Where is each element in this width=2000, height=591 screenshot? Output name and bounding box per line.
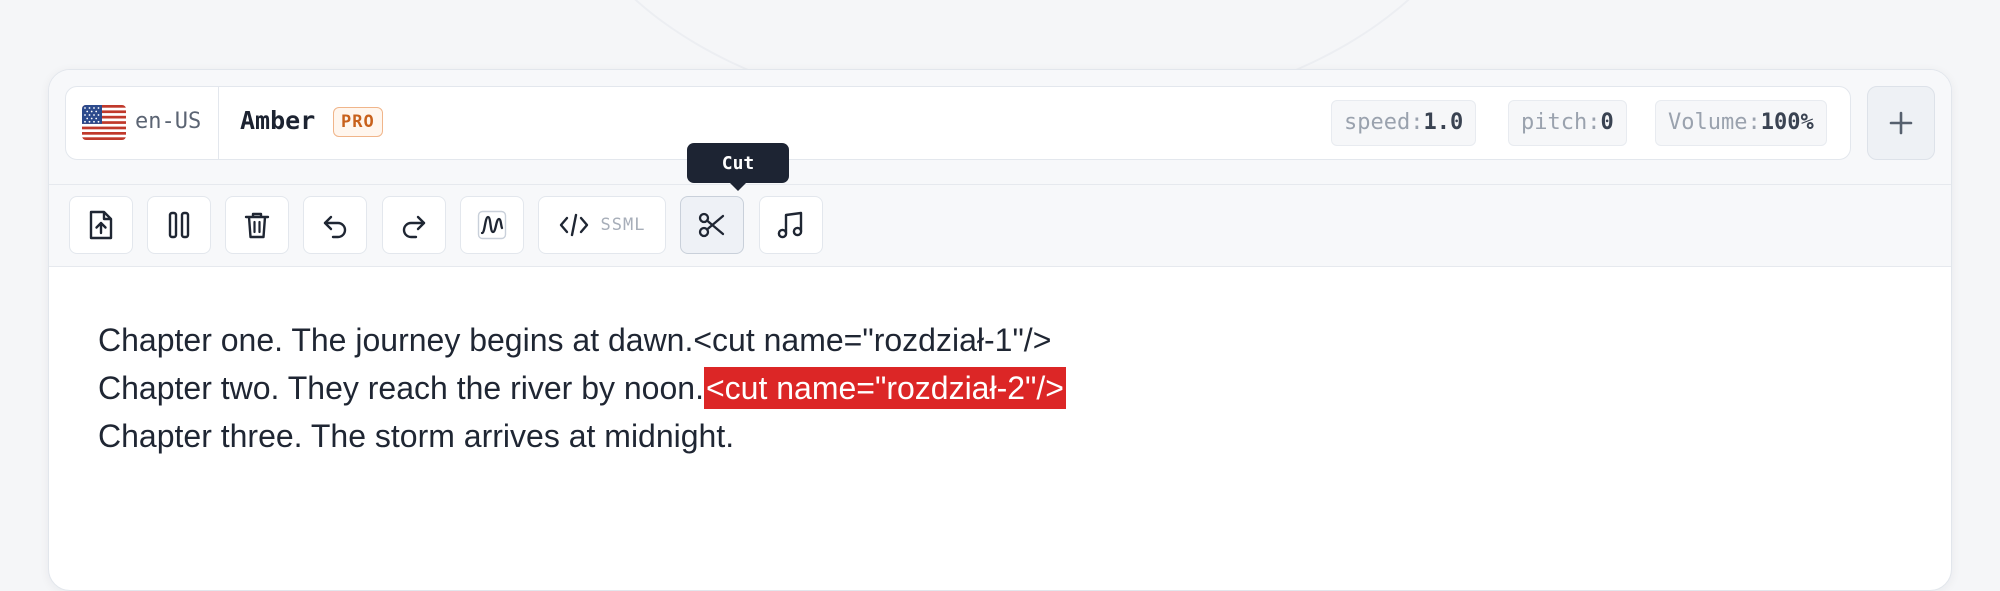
cut-tag[interactable]: <cut name="rozdział-1"/> [693, 322, 1051, 358]
trash-icon [244, 212, 270, 239]
text-editor[interactable]: Chapter one. The journey begins at dawn.… [98, 316, 1066, 460]
speed-param[interactable]: speed:1.0 [1331, 100, 1477, 146]
add-voice-button[interactable] [1867, 86, 1935, 160]
redo-icon [402, 215, 426, 239]
delete-button[interactable] [225, 196, 289, 254]
pro-badge: PRO [333, 107, 383, 137]
upload-file-button[interactable] [69, 196, 133, 254]
cut-button[interactable] [680, 196, 744, 254]
ssml-button[interactable]: SSML [538, 196, 666, 254]
editor-header: en-US Amber PRO speed:1.0 pitch:0 Volume… [49, 70, 1951, 267]
music-note-icon [777, 211, 803, 239]
plus-icon [1889, 111, 1913, 135]
editor-line: Chapter three. The storm arrives at midn… [98, 412, 1066, 460]
pitch-value: 0 [1600, 110, 1614, 135]
file-upload-icon [89, 210, 113, 240]
tts-editor-card: en-US Amber PRO speed:1.0 pitch:0 Volume… [48, 69, 1952, 591]
language-code: en-US [135, 109, 202, 134]
pitch-label: pitch: [1521, 110, 1601, 135]
prosody-button[interactable] [460, 196, 524, 254]
volume-value: 100% [1760, 110, 1814, 135]
cut-tag-highlighted[interactable]: <cut name="rozdział-2"/> [703, 367, 1066, 409]
editor-line: Chapter two. They reach the river by noo… [98, 364, 1066, 412]
volume-param[interactable]: Volume:100% [1655, 100, 1827, 146]
audio-button[interactable] [759, 196, 823, 254]
volume-label: Volume: [1668, 110, 1761, 135]
cut-tooltip: Cut [687, 143, 789, 191]
speed-value: 1.0 [1423, 110, 1464, 135]
redo-button[interactable] [382, 196, 446, 254]
ssml-label: SSML [600, 215, 646, 235]
toolbar-divider [49, 184, 1951, 185]
language-selector[interactable]: en-US [66, 87, 219, 159]
us-flag-icon [82, 105, 126, 140]
scissors-icon [698, 212, 725, 238]
line-text: Chapter one. The journey begins at dawn. [98, 322, 694, 358]
voice-selector-bar[interactable]: en-US Amber PRO speed:1.0 pitch:0 Volume… [65, 86, 1851, 160]
pause-icon [168, 211, 190, 239]
waveform-icon [477, 210, 507, 240]
line-text: Chapter two. They reach the river by noo… [98, 370, 704, 406]
voice-name[interactable]: Amber [240, 106, 315, 135]
pause-button[interactable] [147, 196, 211, 254]
code-icon [559, 213, 588, 237]
line-text: Chapter three. The storm arrives at midn… [98, 418, 735, 454]
undo-button[interactable] [303, 196, 367, 254]
speed-label: speed: [1344, 110, 1424, 135]
undo-icon [323, 215, 347, 239]
pitch-param[interactable]: pitch:0 [1508, 100, 1627, 146]
editor-line: Chapter one. The journey begins at dawn.… [98, 316, 1066, 364]
